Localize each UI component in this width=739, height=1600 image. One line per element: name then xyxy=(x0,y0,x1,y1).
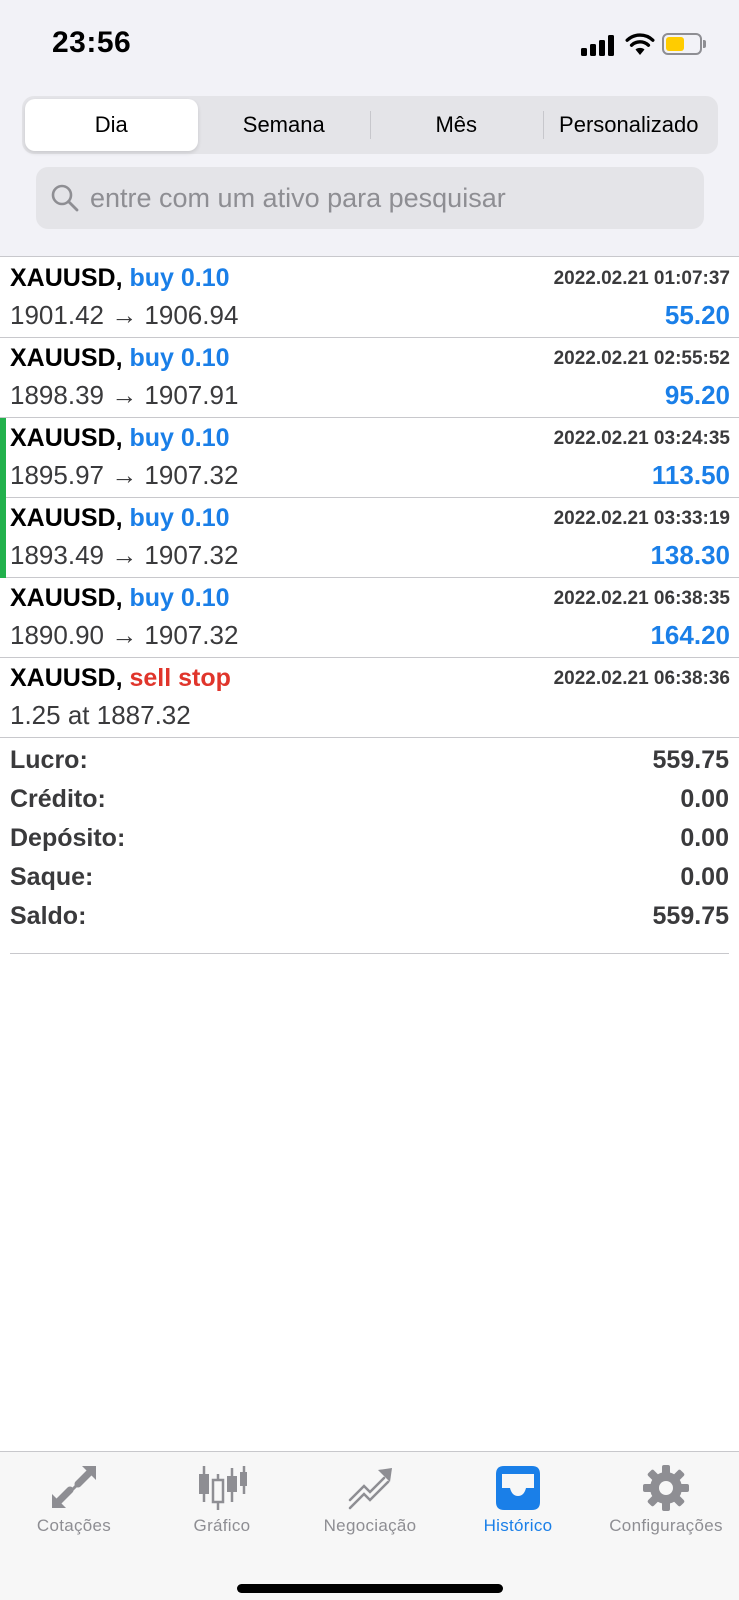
order-time: 2022.02.21 06:38:36 xyxy=(553,668,730,689)
summary-label: Lucro: xyxy=(10,746,88,774)
row-marker xyxy=(0,418,6,498)
status-bar: 23:56 xyxy=(0,0,739,90)
order-profit: 138.30 xyxy=(650,540,730,570)
summary-value: 0.00 xyxy=(680,863,729,891)
tab-label: Cotações xyxy=(36,1516,112,1535)
period-segmented-control: Dia Semana Mês Personalizado xyxy=(22,96,718,154)
order-time: 2022.02.21 06:38:35 xyxy=(553,588,730,609)
quotes-arrows-icon xyxy=(52,1466,96,1508)
summary-row-profit: Lucro: 559.75 xyxy=(10,740,729,779)
history-inbox-icon xyxy=(496,1466,540,1510)
tab-label: Negociação xyxy=(323,1516,417,1535)
order-prices: 1895.97 → 1907.32 xyxy=(10,460,239,490)
tab-quotes[interactable]: Cotações xyxy=(0,1452,148,1552)
order-profit: 164.20 xyxy=(650,620,730,650)
segment-month[interactable]: Mês xyxy=(370,99,543,151)
summary-label: Saque: xyxy=(10,863,94,891)
order-time: 2022.02.21 03:33:19 xyxy=(553,508,730,529)
account-summary: Lucro: 559.75 Crédito: 0.00 Depósito: 0.… xyxy=(10,740,729,954)
segment-custom[interactable]: Personalizado xyxy=(542,99,716,151)
summary-row-deposit: Depósito: 0.00 xyxy=(10,818,729,857)
order-side: sell stop xyxy=(129,664,231,692)
summary-value: 559.75 xyxy=(652,902,729,930)
order-symbol: XAUUSD, xyxy=(10,424,123,452)
summary-row-credit: Crédito: 0.00 xyxy=(10,779,729,818)
tab-history[interactable]: Histórico xyxy=(444,1452,592,1552)
gear-icon xyxy=(643,1465,689,1511)
summary-value: 0.00 xyxy=(680,824,729,852)
battery-icon xyxy=(662,33,706,55)
tab-settings[interactable]: Configurações xyxy=(592,1452,739,1552)
search-input[interactable] xyxy=(90,167,690,229)
segment-week[interactable]: Semana xyxy=(198,99,371,151)
order-symbol: XAUUSD, xyxy=(10,344,123,372)
summary-label: Crédito: xyxy=(10,785,106,813)
order-side: buy 0.10 xyxy=(129,584,230,612)
summary-label: Depósito: xyxy=(10,824,126,852)
order-prices: 1898.39 → 1907.91 xyxy=(10,380,239,410)
order-row[interactable]: XAUUSD, sell stop 2022.02.21 06:38:36 1.… xyxy=(0,658,739,738)
summary-value: 559.75 xyxy=(652,746,729,774)
home-indicator[interactable] xyxy=(237,1584,503,1593)
order-profit: 55.20 xyxy=(664,300,730,330)
order-time: 2022.02.21 02:55:52 xyxy=(553,348,730,369)
order-prices: 1890.90 → 1907.32 xyxy=(10,620,239,650)
order-side: buy 0.10 xyxy=(129,344,230,372)
search-icon xyxy=(51,184,79,212)
order-side: buy 0.10 xyxy=(129,264,230,292)
order-side: buy 0.10 xyxy=(129,504,230,532)
order-prices: 1901.42 → 1906.94 xyxy=(10,300,239,330)
summary-row-balance: Saldo: 559.75 xyxy=(10,896,729,935)
order-side: buy 0.10 xyxy=(129,424,230,452)
row-marker xyxy=(0,498,6,578)
order-row[interactable]: XAUUSD, buy 0.10 2022.02.21 01:07:37 190… xyxy=(0,258,739,338)
order-row[interactable]: XAUUSD, buy 0.10 2022.02.21 02:55:52 189… xyxy=(0,338,739,418)
order-row[interactable]: XAUUSD, buy 0.10 2022.02.21 03:33:19 189… xyxy=(0,498,739,578)
order-row[interactable]: XAUUSD, buy 0.10 2022.02.21 06:38:35 189… xyxy=(0,578,739,658)
tab-trade[interactable]: Negociação xyxy=(296,1452,444,1552)
tab-chart[interactable]: Gráfico xyxy=(148,1452,296,1552)
order-profit: 95.20 xyxy=(664,380,730,410)
order-symbol: XAUUSD, xyxy=(10,504,123,532)
order-symbol: XAUUSD, xyxy=(10,584,123,612)
summary-label: Saldo: xyxy=(10,902,87,930)
status-time: 23:56 xyxy=(52,26,132,59)
segment-day[interactable]: Dia xyxy=(25,99,198,151)
tab-label: Gráfico xyxy=(193,1516,251,1535)
tab-bar: Cotações Gráfico Negociação Histórico Co… xyxy=(0,1451,739,1600)
order-history-list: XAUUSD, buy 0.10 2022.02.21 01:07:37 190… xyxy=(0,258,739,738)
summary-row-withdrawal: Saque: 0.00 xyxy=(10,857,729,896)
tab-label: Configurações xyxy=(609,1516,723,1535)
trade-trend-icon xyxy=(348,1468,392,1510)
summary-value: 0.00 xyxy=(680,785,729,813)
search-bar xyxy=(36,167,704,229)
cellular-signal-icon xyxy=(581,34,617,56)
wifi-icon xyxy=(625,33,655,55)
tab-label: Histórico xyxy=(483,1516,553,1535)
order-prices: 1.25 at 1887.32 xyxy=(10,700,191,730)
header-area: 23:56 Dia Semana Mês Personalizado xyxy=(0,0,739,257)
order-profit: 113.50 xyxy=(651,460,730,490)
order-row[interactable]: XAUUSD, buy 0.10 2022.02.21 03:24:35 189… xyxy=(0,418,739,498)
order-prices: 1893.49 → 1907.32 xyxy=(10,540,239,570)
candlestick-chart-icon xyxy=(199,1466,247,1510)
order-symbol: XAUUSD, xyxy=(10,264,123,292)
order-time: 2022.02.21 03:24:35 xyxy=(553,428,730,449)
order-symbol: XAUUSD, xyxy=(10,664,123,692)
order-time: 2022.02.21 01:07:37 xyxy=(553,268,730,289)
